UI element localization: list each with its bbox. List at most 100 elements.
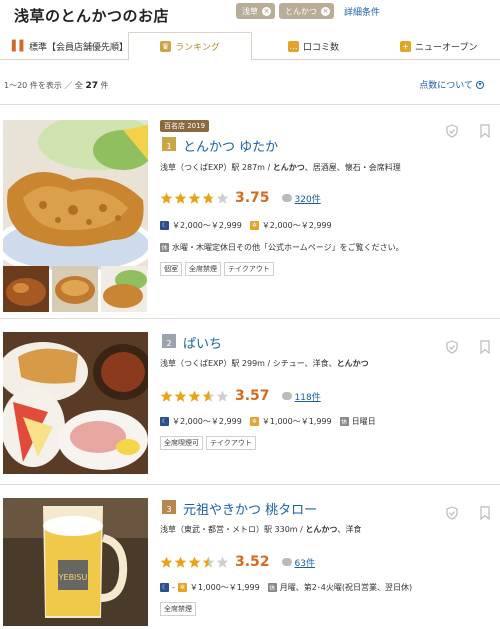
star-icon: [216, 390, 229, 402]
tab-label: ニューオープン: [415, 42, 478, 53]
chevron-down-icon: ▾: [476, 80, 484, 89]
restaurant-meta: 浅草（つくばEXP）駅 287m / とんかつ、居酒屋、懐石・会席料理: [160, 163, 401, 172]
bookmark-icon[interactable]: [478, 124, 492, 138]
price-row: ☾ - ✲ ￥1,000〜￥1,999 休 月曜、第2･4火曜(祝日営業、翌日休…: [160, 582, 412, 593]
genre-main: とんかつ: [336, 359, 369, 368]
price-row: ☾ ￥2,000〜￥2,999 ✲ ￥1,000〜￥1,999 休 日曜日: [160, 416, 376, 427]
tab-new-open[interactable]: + ニューオープン: [362, 32, 500, 60]
tab-label: ランキング: [175, 43, 220, 53]
star-icon: [202, 390, 215, 402]
station-distance: 浅草（東武・都営・メトロ）駅 330m: [160, 525, 298, 534]
filter-chips: 浅草 × とんかつ × 詳細条件: [236, 3, 380, 19]
visited-check-icon[interactable]: [445, 506, 459, 520]
filter-chip-label: とんかつ: [285, 6, 317, 16]
dinner-price: ￥2,000〜￥2,999: [172, 221, 242, 230]
star-rating: [160, 192, 229, 205]
genre-rest: 、洋食: [337, 525, 362, 534]
tag-list: 個室 全席禁煙 テイクアウト: [160, 262, 274, 276]
lunch-price: ￥2,000〜￥2,999: [261, 221, 332, 230]
visited-check-icon[interactable]: [445, 124, 459, 138]
holiday-icon: 休: [339, 417, 349, 426]
sort-bars-icon: ▌▌: [11, 40, 28, 52]
restaurant-card: 2 ぱいち 浅草（つくばEXP）駅 299m / シチュー、洋食、とんかつ 3.…: [0, 320, 500, 482]
station-distance: 浅草（つくばEXP）駅 299m: [160, 359, 265, 368]
rating-score: 3.57: [235, 388, 270, 404]
rank-crown-icon: 2: [162, 334, 176, 348]
lunch-price: ￥1,000〜￥1,999: [261, 417, 332, 426]
moon-icon: ☾: [160, 417, 169, 426]
moon-icon: ☾: [160, 583, 169, 592]
bookmark-icon[interactable]: [478, 340, 492, 354]
result-count: 1〜20 件を表示 ／ 全 27 件: [4, 80, 109, 91]
review-count: 63件: [294, 558, 315, 569]
filter-chip-genre[interactable]: とんかつ ×: [279, 3, 334, 19]
restaurant-thumb[interactable]: [52, 266, 98, 312]
review-count-link[interactable]: 63件: [281, 556, 315, 569]
star-icon: [216, 556, 229, 568]
restaurant-name-link[interactable]: ぱいち: [183, 333, 222, 352]
rank-crown-icon: 3: [162, 500, 176, 514]
review-count: 320件: [294, 194, 321, 205]
close-icon[interactable]: ×: [262, 6, 271, 16]
restaurant-photo[interactable]: [3, 120, 148, 270]
bookmark-icon[interactable]: [478, 506, 492, 520]
svg-text:YEBISU: YEBISU: [58, 573, 88, 582]
dinner-price: ￥2,000〜￥2,999: [172, 417, 242, 426]
chat-icon: [281, 558, 292, 566]
star-icon: [160, 192, 173, 204]
star-icon: [174, 390, 187, 402]
review-count: 118件: [294, 392, 321, 403]
tag: 全席禁煙: [160, 602, 196, 616]
restaurant-name-link[interactable]: とんかつ ゆたか: [183, 136, 278, 155]
restaurant-photo[interactable]: YEBISU: [3, 498, 148, 626]
result-total-suffix: 件: [100, 81, 109, 90]
holiday-row: 休 水曜・木曜定休日その他「公式ホームページ」をご覧ください。: [160, 242, 404, 253]
holiday-icon: 休: [267, 583, 277, 592]
star-icon: [174, 556, 187, 568]
rank-number: 2: [166, 339, 172, 348]
filter-chip-area[interactable]: 浅草 ×: [236, 3, 275, 19]
restaurant-thumb[interactable]: [3, 266, 49, 312]
rank-number: 3: [166, 505, 172, 514]
chat-icon: …: [288, 40, 299, 52]
tag-list: 全席喫煙可 テイクアウト: [160, 436, 256, 450]
genre-main: とんかつ: [305, 525, 338, 534]
about-points-link[interactable]: 点数について ▾: [419, 78, 484, 91]
tab-ranking[interactable]: ♛ ランキング: [128, 32, 252, 61]
restaurant-photo[interactable]: [3, 332, 148, 474]
chat-icon: [281, 194, 292, 202]
tag-list: 全席禁煙: [160, 602, 196, 616]
more-conditions-link[interactable]: 詳細条件: [344, 5, 380, 18]
page-title: 浅草のとんかつのお店: [14, 7, 170, 25]
star-icon: [188, 390, 201, 402]
sun-icon: ✲: [177, 583, 187, 592]
restaurant-meta: 浅草（つくばEXP）駅 299m / シチュー、洋食、とんかつ: [160, 359, 369, 368]
tab-standard[interactable]: ▌▌ 標準【会員店舗優先順】: [0, 32, 128, 60]
restaurant-name-link[interactable]: 元祖やきかつ 桃タロー: [183, 499, 317, 518]
tag: テイクアウト: [224, 262, 274, 276]
rating-row: 3.57 118件: [160, 388, 321, 404]
star-rating: [160, 556, 229, 569]
tab-label: 口コミ数: [303, 42, 340, 53]
star-icon: [202, 556, 215, 568]
visited-check-icon[interactable]: [445, 340, 459, 354]
close-icon[interactable]: ×: [321, 6, 330, 16]
tab-review-count[interactable]: … 口コミ数: [252, 32, 362, 60]
sun-icon: ✲: [249, 417, 259, 426]
star-icon: [188, 192, 201, 204]
price-row: ☾ ￥2,000〜￥2,999 ✲ ￥2,000〜￥2,999: [160, 220, 332, 231]
tab-label: 標準【会員店舗優先順】: [29, 42, 129, 53]
moon-icon: ☾: [160, 221, 169, 230]
award-badge: 百名店 2019: [160, 120, 210, 132]
star-icon: [216, 192, 229, 204]
sort-tabs: ▌▌ 標準【会員店舗優先順】 ♛ ランキング … 口コミ数 + ニューオープン: [0, 32, 500, 61]
lunch-price: ￥1,000〜￥1,999: [189, 583, 260, 592]
review-count-link[interactable]: 118件: [281, 390, 321, 403]
rank-number: 1: [166, 142, 172, 151]
result-total: 27: [85, 81, 98, 91]
tag: 個室: [160, 262, 182, 276]
review-count-link[interactable]: 320件: [281, 192, 321, 205]
restaurant-thumb[interactable]: [101, 266, 147, 312]
genre-rest: 、居酒屋、懐石・会席料理: [304, 163, 401, 172]
rank-crown-icon: 1: [162, 137, 176, 151]
